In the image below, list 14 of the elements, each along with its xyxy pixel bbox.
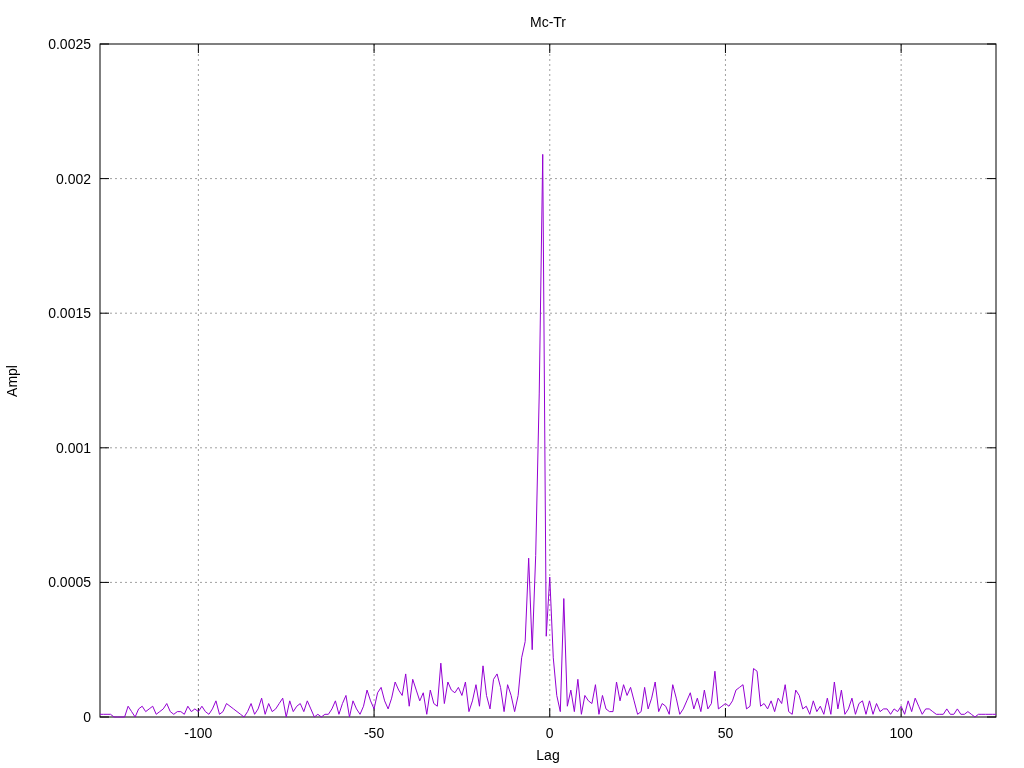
tick-label: 0.0025 bbox=[48, 36, 91, 52]
tick-label: 0.0005 bbox=[48, 574, 91, 591]
tick-label: -100 bbox=[184, 725, 213, 741]
chart-title: Mc-Tr bbox=[530, 14, 566, 30]
tick-label: 0 bbox=[545, 725, 554, 741]
tick-label: 0 bbox=[83, 709, 91, 725]
tick-label: 0.001 bbox=[55, 439, 91, 456]
tick-label: 100 bbox=[889, 725, 913, 741]
tick-label: 0.0015 bbox=[48, 305, 91, 322]
tick-label: -50 bbox=[363, 725, 385, 741]
axis-label: Ampl bbox=[4, 365, 20, 397]
tick-label: 0.002 bbox=[55, 170, 91, 187]
tick-label: 50 bbox=[717, 725, 734, 741]
axis-label: Lag bbox=[536, 747, 560, 763]
